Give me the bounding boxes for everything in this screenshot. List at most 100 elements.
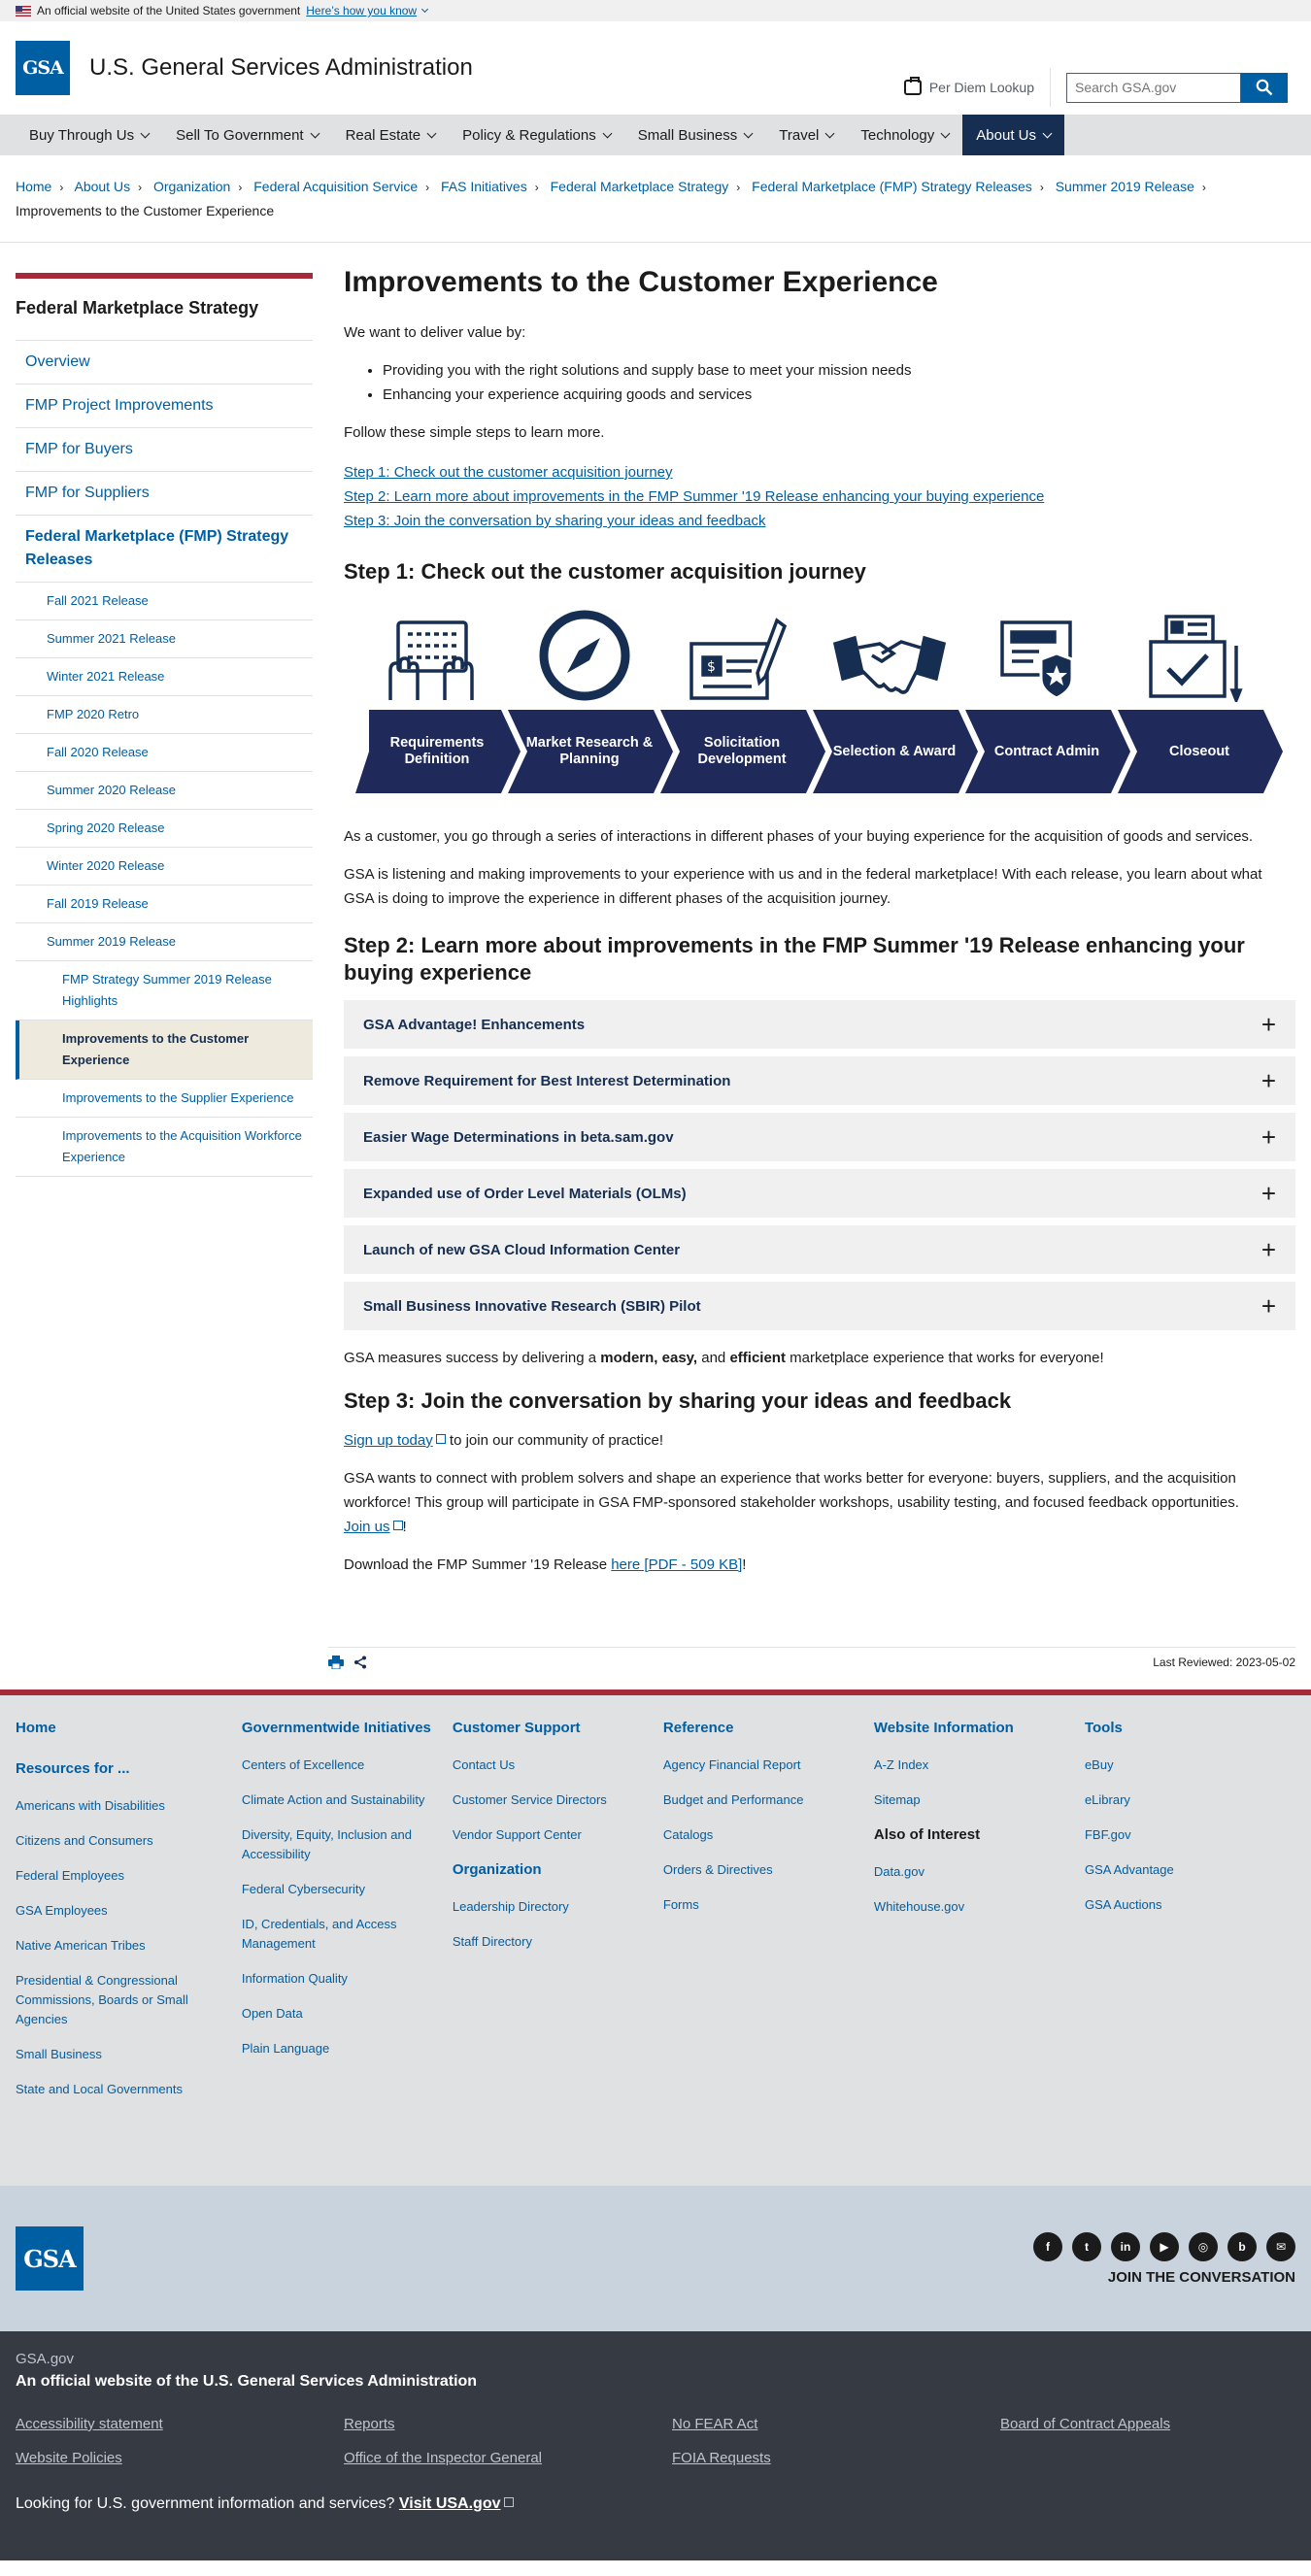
accessibility-link[interactable]: Accessibility statement	[16, 2416, 344, 2432]
footer-link[interactable]: FBF.gov	[1085, 1825, 1295, 1845]
sidebar-item-highlights[interactable]: FMP Strategy Summer 2019 Release Highlig…	[16, 961, 313, 1020]
footer-link[interactable]: Data.gov	[874, 1862, 1085, 1882]
footer-link[interactable]: Presidential & Congressional Commissions…	[16, 1971, 242, 2029]
sidebar-item-summer-2021[interactable]: Summer 2021 Release	[16, 620, 313, 658]
blog-icon[interactable]: b	[1227, 2231, 1257, 2261]
signup-link[interactable]: Sign up today	[344, 1432, 433, 1449]
accordion-wage-determinations[interactable]: Easier Wage Determinations in beta.sam.g…	[344, 1113, 1295, 1161]
footer-link[interactable]: Leadership Directory	[453, 1897, 663, 1917]
no-fear-act-link[interactable]: No FEAR Act	[672, 2416, 1000, 2432]
footer-link[interactable]: GSA Auctions	[1085, 1895, 1295, 1915]
accordion-sbir-pilot[interactable]: Small Business Innovative Research (SBIR…	[344, 1282, 1295, 1330]
breadcrumb-fas[interactable]: Federal Acquisition Service	[253, 179, 418, 194]
sidebar-item-fall-2021[interactable]: Fall 2021 Release	[16, 583, 313, 620]
sidebar-item-winter-2020[interactable]: Winter 2020 Release	[16, 848, 313, 886]
footer-link[interactable]: Open Data	[242, 2004, 453, 2024]
accordion-cloud-info-center[interactable]: Launch of new GSA Cloud Information Cent…	[344, 1225, 1295, 1274]
footer-link[interactable]: GSA Advantage	[1085, 1860, 1295, 1880]
website-policies-link[interactable]: Website Policies	[16, 2450, 344, 2466]
foia-link[interactable]: FOIA Requests	[672, 2450, 1000, 2466]
twitter-icon[interactable]: t	[1072, 2231, 1101, 2261]
footer-link[interactable]: Catalogs	[663, 1825, 874, 1845]
footer-link[interactable]: Information Quality	[242, 1969, 453, 1989]
print-icon[interactable]	[328, 1655, 344, 1669]
footer-link[interactable]: Budget and Performance	[663, 1790, 874, 1810]
instagram-icon[interactable]: ◎	[1189, 2231, 1218, 2261]
footer-link[interactable]: Agency Financial Report	[663, 1756, 874, 1775]
footer-link[interactable]: Federal Employees	[16, 1866, 242, 1886]
nav-travel[interactable]: Travel	[765, 115, 847, 155]
share-icon[interactable]	[353, 1656, 367, 1669]
footer-link[interactable]: Diversity, Equity, Inclusion and Accessi…	[242, 1825, 453, 1864]
youtube-icon[interactable]: ▶	[1150, 2231, 1179, 2261]
reports-link[interactable]: Reports	[344, 2416, 672, 2432]
sidebar-item-fall-2020[interactable]: Fall 2020 Release	[16, 734, 313, 772]
footer-link[interactable]: Sitemap	[874, 1790, 1085, 1810]
footer-link[interactable]: Americans with Disabilities	[16, 1796, 242, 1816]
sidebar-item-project-improvements[interactable]: FMP Project Improvements	[16, 385, 313, 428]
footer-link[interactable]: Staff Directory	[453, 1932, 663, 1952]
nav-technology[interactable]: Technology	[847, 115, 962, 155]
join-us-link[interactable]: Join us	[344, 1519, 390, 1535]
sidebar-item-supplier-experience[interactable]: Improvements to the Supplier Experience	[16, 1080, 313, 1118]
breadcrumb-home[interactable]: Home	[16, 179, 51, 194]
footer-link[interactable]: A-Z Index	[874, 1756, 1085, 1775]
footer-link[interactable]: Contact Us	[453, 1756, 663, 1775]
footer-link[interactable]: Vendor Support Center	[453, 1825, 663, 1845]
step3-link[interactable]: Step 3: Join the conversation by sharing…	[344, 509, 1295, 533]
footer-link[interactable]: Small Business	[16, 2045, 242, 2064]
footer-link[interactable]: Forms	[663, 1895, 874, 1915]
step2-link[interactable]: Step 2: Learn more about improvements in…	[344, 485, 1295, 509]
footer-home-link[interactable]: Home	[16, 1719, 242, 1738]
footer-gsa-logo[interactable]: GSA	[16, 2226, 84, 2291]
footer-link[interactable]: eLibrary	[1085, 1790, 1295, 1810]
inspector-general-link[interactable]: Office of the Inspector General	[344, 2450, 672, 2466]
step1-link[interactable]: Step 1: Check out the customer acquisiti…	[344, 460, 1295, 485]
nav-small-business[interactable]: Small Business	[624, 115, 766, 155]
site-name[interactable]: U.S. General Services Administration	[89, 54, 473, 82]
footer-link[interactable]: Federal Cybersecurity	[242, 1880, 453, 1899]
search-input[interactable]	[1066, 72, 1241, 103]
usa-gov-link[interactable]: Visit USA.gov	[399, 2495, 501, 2512]
footer-link[interactable]: Citizens and Consumers	[16, 1831, 242, 1851]
footer-link[interactable]: Climate Action and Sustainability	[242, 1790, 453, 1810]
footer-link[interactable]: Customer Service Directors	[453, 1790, 663, 1810]
sidebar-item-summer-2019[interactable]: Summer 2019 Release	[16, 923, 313, 961]
breadcrumb-summer-2019[interactable]: Summer 2019 Release	[1056, 179, 1194, 194]
accordion-best-interest[interactable]: Remove Requirement for Best Interest Det…	[344, 1056, 1295, 1105]
sidebar-item-buyers[interactable]: FMP for Buyers	[16, 428, 313, 472]
linkedin-icon[interactable]: in	[1111, 2231, 1140, 2261]
footer-organization-heading[interactable]: Organization	[453, 1860, 663, 1880]
search-button[interactable]	[1241, 72, 1288, 103]
footer-link[interactable]: Whitehouse.gov	[874, 1897, 1085, 1917]
sidebar-item-spring-2020[interactable]: Spring 2020 Release	[16, 810, 313, 848]
footer-initiatives-heading[interactable]: Governmentwide Initiatives	[242, 1719, 453, 1738]
sidebar-item-fmp-2020-retro[interactable]: FMP 2020 Retro	[16, 696, 313, 734]
sidebar-item-customer-experience[interactable]: Improvements to the Customer Experience	[16, 1020, 313, 1080]
footer-link[interactable]: GSA Employees	[16, 1901, 242, 1921]
footer-link[interactable]: Orders & Directives	[663, 1860, 874, 1880]
sidebar-item-fall-2019[interactable]: Fall 2019 Release	[16, 886, 313, 923]
nav-buy-through-us[interactable]: Buy Through Us	[16, 115, 162, 155]
nav-sell-to-government[interactable]: Sell To Government	[162, 115, 331, 155]
sidebar-item-overview[interactable]: Overview	[16, 341, 313, 385]
accordion-gsa-advantage[interactable]: GSA Advantage! Enhancements +	[344, 1000, 1295, 1049]
footer-link[interactable]: ID, Credentials, and Access Management	[242, 1915, 453, 1954]
sidebar-item-strategy-releases[interactable]: Federal Marketplace (FMP) Strategy Relea…	[16, 516, 313, 583]
breadcrumb-organization[interactable]: Organization	[153, 179, 230, 194]
sidebar-item-summer-2020[interactable]: Summer 2020 Release	[16, 772, 313, 810]
sidebar-item-workforce-experience[interactable]: Improvements to the Acquisition Workforc…	[16, 1118, 313, 1177]
per-diem-lookup[interactable]: Per Diem Lookup	[903, 68, 1051, 107]
footer-support-heading[interactable]: Customer Support	[453, 1719, 663, 1738]
contract-appeals-link[interactable]: Board of Contract Appeals	[1000, 2416, 1292, 2432]
breadcrumb-fmp-releases[interactable]: Federal Marketplace (FMP) Strategy Relea…	[752, 179, 1032, 194]
breadcrumb-about-us[interactable]: About Us	[74, 179, 130, 194]
nav-about-us[interactable]: About Us	[962, 115, 1064, 155]
nav-policy-regulations[interactable]: Policy & Regulations	[449, 115, 624, 155]
breadcrumb-fas-initiatives[interactable]: FAS Initiatives	[441, 179, 527, 194]
download-pdf-link[interactable]: here [PDF - 509 KB]	[611, 1556, 742, 1573]
breadcrumb-fms[interactable]: Federal Marketplace Strategy	[551, 179, 729, 194]
footer-tools-heading[interactable]: Tools	[1085, 1719, 1295, 1738]
sidebar-item-suppliers[interactable]: FMP for Suppliers	[16, 472, 313, 516]
footer-reference-heading[interactable]: Reference	[663, 1719, 874, 1738]
